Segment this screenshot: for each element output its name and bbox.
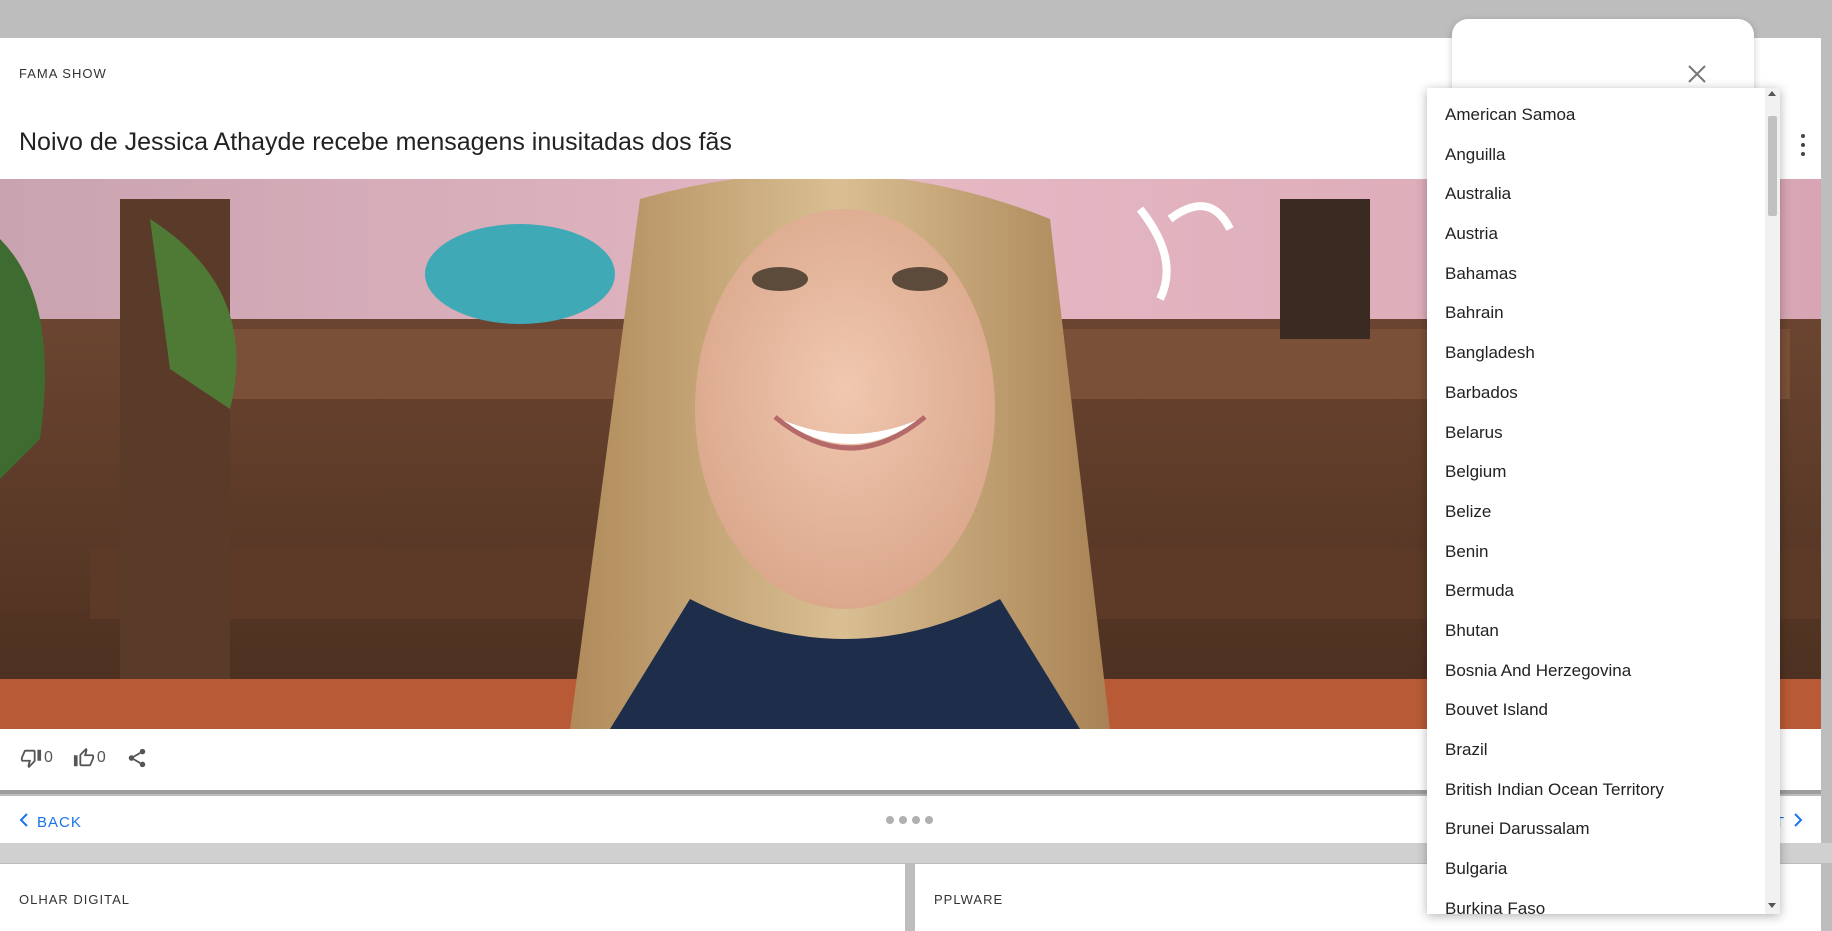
scrollbar-thumb[interactable]: [1768, 116, 1777, 216]
country-option[interactable]: Bhutan: [1427, 611, 1765, 651]
country-option[interactable]: Belize: [1427, 492, 1765, 532]
country-option[interactable]: Bouvet Island: [1427, 690, 1765, 730]
country-option[interactable]: Bosnia And Herzegovina: [1427, 651, 1765, 691]
scroll-up-arrow-icon[interactable]: [1768, 91, 1776, 96]
country-option[interactable]: Bulgaria: [1427, 849, 1765, 889]
country-option[interactable]: Brazil: [1427, 730, 1765, 770]
country-option[interactable]: Australia: [1427, 174, 1765, 214]
article-source: FAMA SHOW: [19, 66, 107, 81]
chevron-left-icon: [19, 813, 29, 831]
back-label: BACK: [37, 813, 82, 831]
country-option[interactable]: American Samoa: [1427, 95, 1765, 135]
reaction-bar: 0 0: [20, 747, 148, 769]
news-card[interactable]: OLHAR DIGITAL: [0, 864, 905, 931]
share-icon: [126, 747, 148, 769]
chevron-right-icon: [1793, 813, 1803, 831]
country-option[interactable]: Barbados: [1427, 373, 1765, 413]
dislike-count: 0: [44, 749, 53, 766]
like-button[interactable]: 0: [73, 747, 106, 769]
country-option[interactable]: Bermuda: [1427, 571, 1765, 611]
dropdown-scrollbar[interactable]: [1765, 88, 1780, 914]
country-option[interactable]: Bahamas: [1427, 254, 1765, 294]
like-count: 0: [96, 749, 106, 766]
card-source: PPLWARE: [934, 892, 1004, 907]
thumbs-up-icon: [73, 747, 95, 769]
thumbs-down-icon: [20, 747, 42, 769]
country-dropdown[interactable]: American Samoa Anguilla Australia Austri…: [1427, 88, 1780, 914]
card-source: OLHAR DIGITAL: [19, 892, 131, 907]
back-button[interactable]: BACK: [19, 813, 82, 831]
country-option[interactable]: Benin: [1427, 532, 1765, 572]
country-option[interactable]: Belarus: [1427, 413, 1765, 453]
country-options: American Samoa Anguilla Australia Austri…: [1427, 88, 1765, 914]
share-button[interactable]: [126, 747, 148, 769]
country-option[interactable]: Bangladesh: [1427, 333, 1765, 373]
page-dot[interactable]: [912, 816, 920, 824]
page-dot[interactable]: [886, 816, 894, 824]
scroll-down-arrow-icon[interactable]: [1768, 903, 1776, 908]
page-dots: [886, 816, 933, 824]
country-option[interactable]: Brunei Darussalam: [1427, 809, 1765, 849]
country-option[interactable]: Anguilla: [1427, 135, 1765, 175]
page-dot[interactable]: [925, 816, 933, 824]
country-option[interactable]: British Indian Ocean Territory: [1427, 770, 1765, 810]
article-title[interactable]: Noivo de Jessica Athayde recebe mensagen…: [19, 128, 732, 157]
country-option[interactable]: Bahrain: [1427, 293, 1765, 333]
more-options-icon[interactable]: [1793, 134, 1813, 156]
close-icon[interactable]: [1686, 63, 1708, 85]
country-option[interactable]: Austria: [1427, 214, 1765, 254]
dislike-button[interactable]: 0: [20, 747, 53, 769]
country-option[interactable]: Burkina Faso: [1427, 889, 1765, 914]
country-option[interactable]: Belgium: [1427, 452, 1765, 492]
page-dot[interactable]: [899, 816, 907, 824]
